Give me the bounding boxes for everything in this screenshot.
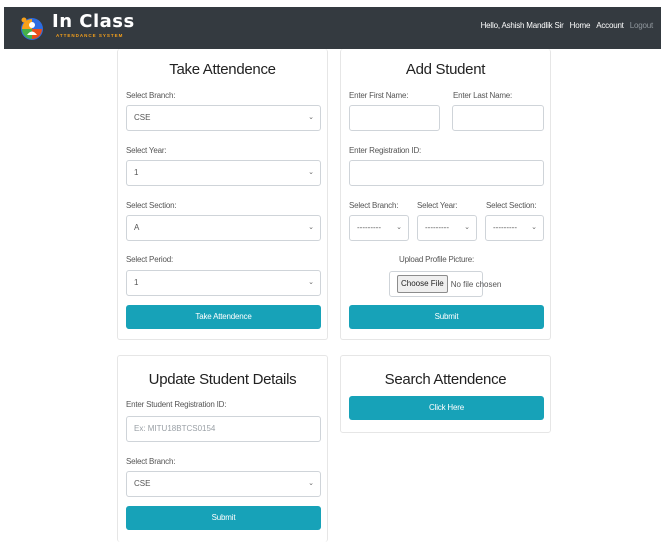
year-select-value: --------- [425, 223, 449, 232]
take-attendance-button[interactable]: Take Attendence [126, 305, 321, 329]
year-label: Select Year: [126, 146, 167, 155]
nav-logout-link[interactable]: Logout [630, 21, 653, 30]
search-attendance-button[interactable]: Click Here [349, 396, 544, 420]
section-select-value: A [134, 223, 140, 232]
card-title: Add Student [405, 61, 486, 78]
section-select[interactable]: A ⌄ [126, 215, 321, 241]
chevron-down-icon: ⌄ [464, 224, 470, 231]
branch-select-value: --------- [357, 223, 381, 232]
year-select[interactable]: --------- ⌄ [417, 215, 477, 241]
first-name-input[interactable] [349, 105, 440, 131]
year-select-value: 1 [134, 168, 139, 177]
update-student-card: Update Student Details Enter Student Reg… [117, 355, 328, 542]
period-select-value: 1 [134, 278, 139, 287]
section-label: Select Section: [126, 201, 177, 210]
chevron-down-icon: ⌄ [308, 114, 314, 121]
nav-home-link[interactable]: Home [570, 21, 591, 30]
year-label: Select Year: [417, 201, 458, 210]
registration-id-placeholder: Ex: MITU18BTCS0154 [134, 424, 216, 433]
branch-select-value: CSE [134, 113, 151, 122]
registration-id-label: Enter Student Registration ID: [126, 400, 227, 409]
add-student-submit-button[interactable]: Submit [349, 305, 544, 329]
brand-tagline: ATTENDANCE SYSTEM [56, 33, 124, 38]
branch-select[interactable]: CSE ⌄ [126, 471, 321, 497]
year-select[interactable]: 1 ⌄ [126, 160, 321, 186]
brand[interactable]: In Class ATTENDANCE SYSTEM [52, 11, 135, 39]
card-title: Update Student Details [148, 371, 297, 388]
take-attendance-card: Take Attendence Select Branch: CSE ⌄ Sel… [117, 49, 328, 340]
brand-name: In Class [52, 11, 135, 32]
period-label: Select Period: [126, 255, 174, 264]
chevron-down-icon: ⌄ [531, 224, 537, 231]
search-attendance-card: Search Attendence Click Here [340, 355, 551, 433]
last-name-label: Enter Last Name: [453, 91, 513, 100]
chevron-down-icon: ⌄ [308, 224, 314, 231]
branch-select[interactable]: --------- ⌄ [349, 215, 409, 241]
last-name-input[interactable] [452, 105, 544, 131]
chevron-down-icon: ⌄ [396, 224, 402, 231]
choose-file-button[interactable]: Choose File [397, 275, 448, 293]
chevron-down-icon: ⌄ [308, 480, 314, 487]
branch-select[interactable]: CSE ⌄ [126, 105, 321, 131]
branch-label: Select Branch: [126, 91, 176, 100]
registration-id-label: Enter Registration ID: [349, 146, 422, 155]
first-name-label: Enter First Name: [349, 91, 409, 100]
card-title: Take Attendence [169, 61, 276, 78]
add-student-card: Add Student Enter First Name: Enter Last… [340, 49, 551, 340]
update-student-submit-button[interactable]: Submit [126, 506, 321, 530]
branch-select-value: CSE [134, 479, 151, 488]
upload-label: Upload Profile Picture: [399, 255, 474, 264]
section-select-value: --------- [493, 223, 517, 232]
registration-id-input[interactable]: Ex: MITU18BTCS0154 [126, 416, 321, 442]
greeting-text: Hello, Ashish Mandlik Sir [480, 21, 564, 30]
section-label: Select Section: [486, 201, 537, 210]
file-input[interactable]: Choose File No file chosen [397, 275, 501, 293]
period-select[interactable]: 1 ⌄ [126, 270, 321, 296]
navbar: In Class ATTENDANCE SYSTEM Hello, Ashish… [4, 7, 661, 49]
chevron-down-icon: ⌄ [308, 279, 314, 286]
card-title: Search Attendence [384, 371, 507, 388]
branch-label: Select Branch: [126, 457, 176, 466]
logo-icon [21, 17, 43, 40]
nav-links: Hello, Ashish Mandlik Sir Home Account L… [480, 21, 654, 30]
chevron-down-icon: ⌄ [308, 169, 314, 176]
registration-id-input[interactable] [349, 160, 544, 186]
section-select[interactable]: --------- ⌄ [485, 215, 544, 241]
nav-account-link[interactable]: Account [596, 21, 624, 30]
branch-label: Select Branch: [349, 201, 399, 210]
file-status: No file chosen [450, 279, 502, 289]
